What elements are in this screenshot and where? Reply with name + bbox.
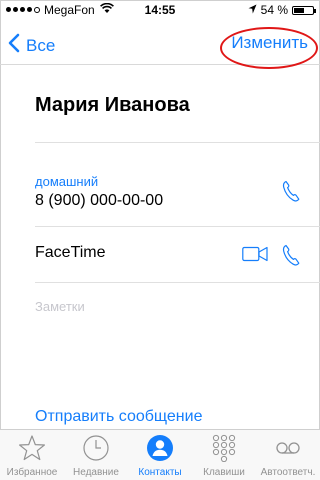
location-arrow-icon bbox=[248, 3, 257, 17]
divider bbox=[35, 142, 320, 143]
tab-favorites[interactable]: Избранное bbox=[0, 430, 64, 480]
tab-label: Клавиши bbox=[203, 467, 245, 478]
chevron-left-icon bbox=[8, 33, 20, 58]
keypad-icon bbox=[192, 434, 256, 462]
tab-label: Недавние bbox=[73, 467, 119, 478]
tab-label: Избранное bbox=[6, 467, 58, 478]
battery-fill bbox=[294, 7, 304, 13]
tab-contacts[interactable]: Контакты bbox=[128, 430, 192, 480]
divider bbox=[35, 282, 320, 283]
phone-type-label: домашний bbox=[35, 174, 99, 189]
divider bbox=[35, 226, 320, 227]
phone-icon[interactable] bbox=[282, 180, 300, 207]
status-right: 54 % bbox=[248, 3, 316, 17]
edit-button[interactable]: Изменить bbox=[231, 33, 308, 53]
phone-number[interactable]: 8 (900) 000-00-00 bbox=[35, 192, 163, 210]
tab-label: Автоответч. bbox=[260, 467, 316, 478]
phone-icon[interactable] bbox=[282, 244, 300, 271]
facetime-label: FaceTime bbox=[35, 244, 106, 261]
send-message-button[interactable]: Отправить сообщение bbox=[35, 408, 202, 426]
back-button-label: Все bbox=[26, 35, 56, 55]
battery-icon bbox=[292, 5, 316, 15]
notes-field[interactable]: Заметки bbox=[35, 299, 85, 314]
contact-name: Мария Иванова bbox=[35, 94, 190, 116]
status-bar: MegaFon 14:55 54 % bbox=[0, 0, 320, 20]
star-icon bbox=[0, 434, 64, 462]
tab-label: Контакты bbox=[138, 467, 182, 478]
video-camera-icon[interactable] bbox=[242, 246, 268, 267]
person-icon bbox=[128, 434, 192, 462]
tab-voicemail[interactable]: Автоответч. bbox=[256, 430, 320, 480]
tab-recents[interactable]: Недавние bbox=[64, 430, 128, 480]
back-button[interactable]: Все bbox=[8, 33, 55, 58]
battery-percent: 54 % bbox=[260, 3, 288, 17]
clock-icon bbox=[64, 434, 128, 462]
voicemail-icon bbox=[256, 434, 320, 462]
tab-keypad[interactable]: Клавиши bbox=[192, 430, 256, 480]
tab-bar: Избранное Недавние Контакты Клавиши Авто… bbox=[0, 429, 320, 480]
navigation-bar: Все Изменить bbox=[0, 20, 320, 69]
